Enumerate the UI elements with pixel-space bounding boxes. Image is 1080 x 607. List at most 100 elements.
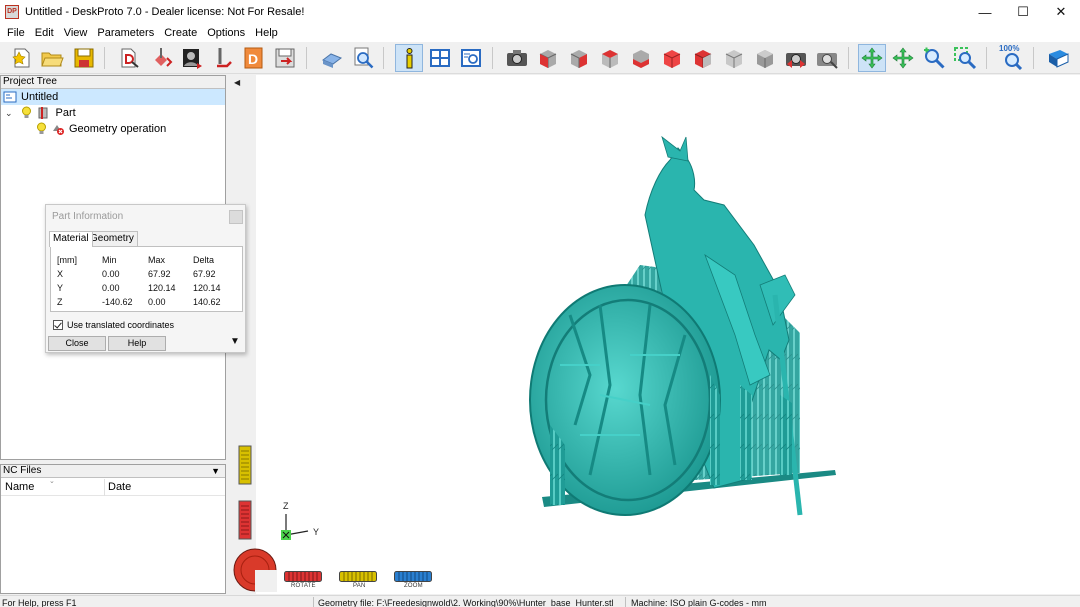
close-button[interactable]: ✕ (1042, 0, 1080, 24)
dimensions-table: [mm] Min Max Delta X 0.00 67.92 67.92 Y … (50, 246, 243, 312)
zoom-100-label: 100% (999, 44, 1020, 53)
maximize-button[interactable]: ☐ (1004, 0, 1042, 24)
camera-icon[interactable] (503, 44, 531, 72)
menu-options[interactable]: Options (202, 27, 250, 39)
status-machine: Machine: ISO plain G-codes - mm (631, 598, 767, 607)
sort-icon: ⌄ (49, 478, 55, 485)
status-geometry-file: Geometry file: F:\Freedesignwold\2. Work… (318, 598, 614, 607)
rotate-label: ROTATE (291, 583, 316, 589)
render-icon[interactable] (813, 44, 841, 72)
header-units: [mm] (57, 255, 77, 265)
view-right-icon[interactable] (658, 44, 686, 72)
pan-label: PAN (353, 583, 366, 589)
3d-viewport[interactable]: ◀ Z Y ROTATE PAN ZOOM (230, 75, 1080, 594)
view-bottom-icon[interactable] (720, 44, 748, 72)
zoom-icon[interactable] (920, 44, 948, 72)
tab-material[interactable]: Material (49, 231, 93, 247)
header-max: Max (148, 255, 166, 265)
pan-wheel[interactable] (339, 571, 377, 582)
lightbulb-icon[interactable] (21, 106, 32, 120)
expand-down-icon[interactable]: ▼ (230, 336, 240, 347)
row-x-delta: 67.92 (193, 269, 216, 279)
info-icon[interactable] (395, 44, 423, 72)
chevron-down-icon[interactable]: ▼ (211, 465, 220, 477)
menu-parameters[interactable]: Parameters (92, 27, 159, 39)
axis-triad: Z Y (281, 501, 319, 540)
chevron-down-icon: ⌄ (5, 107, 13, 118)
row-z-axis: Z (57, 297, 63, 307)
reset-view-icon[interactable] (782, 44, 810, 72)
view-top-icon[interactable] (689, 44, 717, 72)
search-icon[interactable] (349, 44, 377, 72)
tree-item-label: Untitled (21, 91, 59, 103)
tree-item-part[interactable]: ⌄ Part (1, 105, 76, 121)
menu-help[interactable]: Help (250, 27, 283, 39)
part-icon[interactable] (318, 44, 346, 72)
pan-icon[interactable] (889, 44, 917, 72)
tab-geometry[interactable]: Geometry (86, 231, 138, 246)
close-dialog-button[interactable]: Close (48, 336, 106, 351)
title-bar: DP Untitled - DeskProto 7.0 - Dealer lic… (0, 0, 1080, 24)
svg-text:D: D (248, 51, 258, 67)
project-icon (3, 91, 17, 103)
header-min: Min (102, 255, 117, 265)
rotate-dial[interactable] (232, 547, 278, 593)
nc-files-panel: NC Files ▼ Name ⌄ Date (0, 464, 226, 594)
menu-view[interactable]: View (59, 27, 93, 39)
column-date[interactable]: Date (108, 481, 131, 493)
save-icon[interactable] (70, 44, 98, 72)
translated-coordinates-checkbox[interactable] (53, 320, 63, 330)
tree-item-geometry-operation[interactable]: Geometry operation (1, 121, 166, 137)
minimize-button[interactable]: — (966, 0, 1004, 24)
row-x-max: 67.92 (148, 269, 171, 279)
view-left-icon[interactable] (627, 44, 655, 72)
view-iso2-icon[interactable] (751, 44, 779, 72)
nc-files-title: NC Files (3, 465, 42, 476)
rotate-icon[interactable] (858, 44, 886, 72)
help-button[interactable]: Help (108, 336, 166, 351)
lightbulb-icon[interactable] (36, 122, 47, 136)
menu-file[interactable]: File (2, 27, 30, 39)
view-back-icon[interactable] (596, 44, 624, 72)
window-title: Untitled - DeskProto 7.0 - Dealer licens… (25, 6, 305, 18)
app-logo-icon: DP (5, 5, 19, 19)
3d-model-hunter (529, 135, 836, 516)
row-x-min: 0.00 (102, 269, 120, 279)
menu-edit[interactable]: Edit (30, 27, 59, 39)
row-y-max: 120.14 (148, 283, 176, 293)
image-icon[interactable] (178, 44, 206, 72)
feed-slider-red[interactable] (238, 500, 252, 540)
axis-z-label: Z (283, 501, 289, 511)
rotate-wheel[interactable] (284, 571, 322, 582)
view-iso-icon[interactable] (534, 44, 562, 72)
toolbar: D 100% (0, 42, 1080, 74)
preview-icon[interactable] (457, 44, 485, 72)
row-x-axis: X (57, 269, 64, 279)
zoom-window-icon[interactable] (951, 44, 979, 72)
collapse-arrow-icon[interactable]: ◀ (234, 78, 240, 87)
cutter-icon[interactable] (147, 44, 175, 72)
column-name[interactable]: Name (5, 481, 34, 493)
new-icon[interactable] (8, 44, 36, 72)
drill-icon[interactable] (209, 44, 237, 72)
part-tree-icon (38, 107, 48, 119)
menu-create[interactable]: Create (159, 27, 202, 39)
tree-item-label: Geometry operation (69, 123, 167, 135)
wizard-icon[interactable] (116, 44, 144, 72)
translated-coordinates-option[interactable]: Use translated coordinates (53, 320, 174, 330)
nc-files-header[interactable]: NC Files ▼ (1, 465, 225, 478)
help-book-icon[interactable] (1044, 44, 1072, 72)
feed-slider-yellow[interactable] (238, 445, 252, 485)
tree-item-untitled[interactable]: Untitled (1, 89, 225, 105)
zoom-wheel[interactable] (394, 571, 432, 582)
dxf-icon[interactable]: D (240, 44, 268, 72)
open-icon[interactable] (38, 44, 66, 72)
layout-icon[interactable] (426, 44, 454, 72)
dialog-close-icon[interactable] (229, 210, 243, 224)
operation-error-icon (53, 125, 64, 135)
row-z-min: -140.62 (102, 297, 133, 307)
export-icon[interactable] (271, 44, 299, 72)
tree-item-label: Part (55, 107, 76, 119)
view-front-icon[interactable] (565, 44, 593, 72)
menu-bar: File Edit View Parameters Create Options… (0, 24, 1080, 42)
